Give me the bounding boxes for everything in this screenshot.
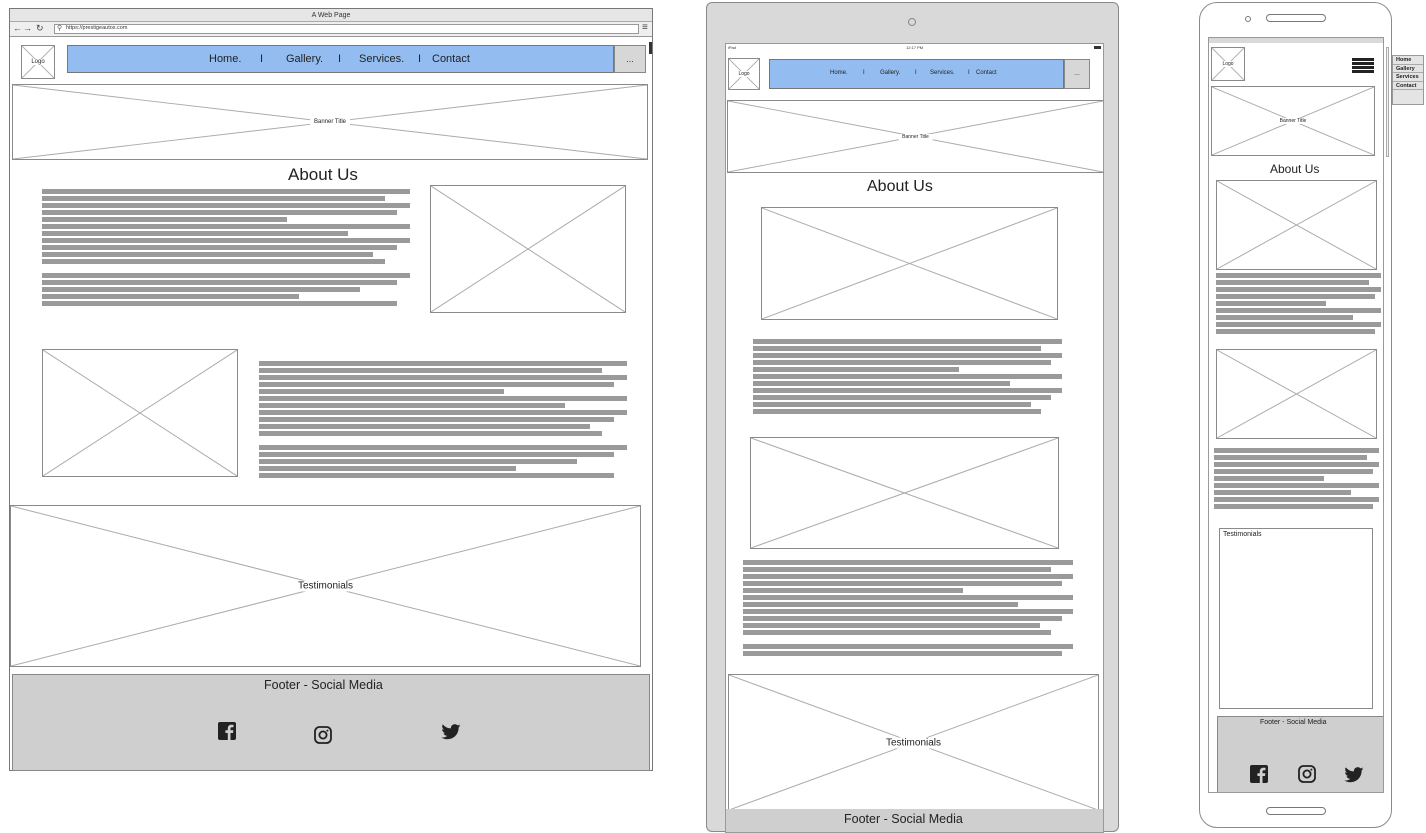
forward-icon[interactable]: → (23, 23, 32, 33)
logo-label: Logo (27, 59, 49, 65)
logo-placeholder[interactable]: Logo (1211, 47, 1245, 81)
banner-placeholder: Banner Title (727, 100, 1103, 173)
window-title-bar: A Web Page (10, 9, 652, 22)
nav-services[interactable]: Services. (930, 70, 955, 76)
about-image-placeholder-2 (1216, 349, 1377, 439)
nav-bar: Home. I Gallery. I Services. I Contact (769, 59, 1064, 89)
status-time: 12:17 PM (906, 45, 924, 50)
about-image-placeholder-1 (430, 185, 626, 313)
url-text: https://prestigeautos.com (66, 25, 128, 31)
menu-item-contact[interactable]: Contact (1393, 82, 1423, 90)
status-device: iPad (728, 45, 737, 50)
tablet-status-bar: iPad 12:17 PM (726, 44, 1103, 52)
banner-title: Banner Title (898, 133, 933, 140)
about-heading: About Us (867, 178, 933, 195)
instagram-icon[interactable] (1298, 765, 1316, 788)
nav-contact[interactable]: Contact (432, 53, 470, 65)
testimonials-box: Testimonials (1219, 528, 1373, 709)
instagram-icon[interactable] (314, 726, 332, 749)
about-text-block-1 (1216, 273, 1381, 338)
about-image-placeholder-1 (761, 207, 1058, 320)
reload-icon[interactable]: ↻ (36, 23, 44, 34)
logo-placeholder[interactable]: Logo (728, 58, 760, 90)
nav-home[interactable]: Home. (830, 70, 848, 76)
twitter-icon[interactable] (1344, 767, 1364, 788)
nav-separator: I (260, 53, 264, 65)
phone-screen: Logo Banner Title About Us Testimonials … (1208, 37, 1384, 793)
about-text-block-2 (259, 361, 627, 481)
banner-placeholder: Banner Title (12, 84, 648, 160)
phone-status-bar (1209, 38, 1383, 43)
phone-home-button[interactable] (1266, 807, 1326, 815)
nav-gallery[interactable]: Gallery. (880, 70, 900, 76)
menu-item-gallery[interactable]: Gallery (1393, 65, 1423, 73)
testimonials-label: Testimonials (1223, 531, 1262, 538)
footer-title: Footer - Social Media (264, 678, 383, 692)
nav-separator: I (863, 70, 865, 76)
phone-dropdown-menu: Home Gallery Services Contact (1392, 55, 1424, 105)
url-bar[interactable]: ⚲ https://prestigeautos.com (54, 24, 639, 34)
tablet-screen: iPad 12:17 PM Logo Home. I Gallery. I Se… (725, 43, 1104, 833)
about-heading: About Us (1270, 162, 1320, 176)
logo-label: Logo (1218, 61, 1238, 67)
logo-label: Logo (734, 71, 754, 77)
testimonials-placeholder: Testimonials (10, 505, 641, 667)
footer-title: Footer - Social Media (844, 812, 963, 826)
nav-separator: I (338, 53, 342, 65)
about-image-placeholder-2 (42, 349, 238, 477)
about-text-block-1 (42, 189, 410, 309)
browser-toolbar: ← → ↻ ⚲ https://prestigeautos.com ≡ (10, 22, 652, 37)
twitter-icon[interactable] (441, 724, 461, 745)
battery-icon (1094, 46, 1101, 49)
facebook-icon[interactable] (1250, 765, 1268, 788)
nav-contact[interactable]: Contact (976, 70, 997, 76)
scrollbar-thumb[interactable] (649, 42, 652, 54)
about-image-placeholder-1 (1216, 180, 1377, 270)
footer: Footer - Social Media (1217, 716, 1383, 792)
hamburger-menu-icon[interactable] (1352, 58, 1374, 73)
footer: Footer - Social Media (726, 809, 1103, 832)
nav-more-button[interactable]: ... (1064, 59, 1090, 89)
desktop-browser-frame: A Web Page ← → ↻ ⚲ https://prestigeautos… (9, 8, 653, 771)
banner-title: Banner Title (1275, 118, 1311, 124)
phone-frame: Logo Banner Title About Us Testimonials … (1199, 2, 1392, 828)
about-heading: About Us (288, 165, 358, 184)
testimonials-placeholder: Testimonials (728, 674, 1099, 811)
phone-scrollbar[interactable] (1386, 47, 1389, 157)
nav-separator: I (915, 70, 917, 76)
back-icon[interactable]: ← (13, 23, 22, 33)
testimonials-label: Testimonials (881, 737, 946, 748)
window-title: A Web Page (311, 12, 351, 19)
search-icon: ⚲ (57, 25, 63, 32)
about-text-block-2 (743, 560, 1073, 660)
phone-camera (1245, 16, 1251, 22)
nav-home[interactable]: Home. (209, 53, 241, 65)
banner-placeholder: Banner Title (1211, 86, 1375, 156)
about-image-placeholder-2 (750, 437, 1059, 549)
logo-placeholder[interactable]: Logo (21, 45, 55, 79)
nav-gallery[interactable]: Gallery. (286, 53, 323, 65)
tablet-camera (908, 18, 916, 26)
about-text-block-1 (753, 339, 1062, 419)
menu-item-home[interactable]: Home (1393, 56, 1423, 65)
nav-bar: Home. I Gallery. I Services. I Contact (67, 45, 614, 73)
banner-title: Banner Title (309, 119, 351, 125)
menu-item-services[interactable]: Services (1393, 73, 1423, 82)
about-text-block-2 (1214, 448, 1379, 513)
facebook-icon[interactable] (218, 722, 236, 745)
nav-services[interactable]: Services. (359, 53, 404, 65)
nav-separator: I (418, 53, 422, 65)
nav-separator: I (968, 70, 970, 76)
footer-title: Footer - Social Media (1260, 719, 1327, 726)
nav-more-button[interactable]: ... (614, 45, 646, 73)
tablet-frame: iPad 12:17 PM Logo Home. I Gallery. I Se… (706, 2, 1119, 833)
testimonials-label: Testimonials (293, 580, 358, 592)
browser-menu-icon[interactable]: ≡ (642, 22, 648, 33)
phone-speaker (1266, 14, 1326, 22)
footer: Footer - Social Media (12, 674, 650, 771)
